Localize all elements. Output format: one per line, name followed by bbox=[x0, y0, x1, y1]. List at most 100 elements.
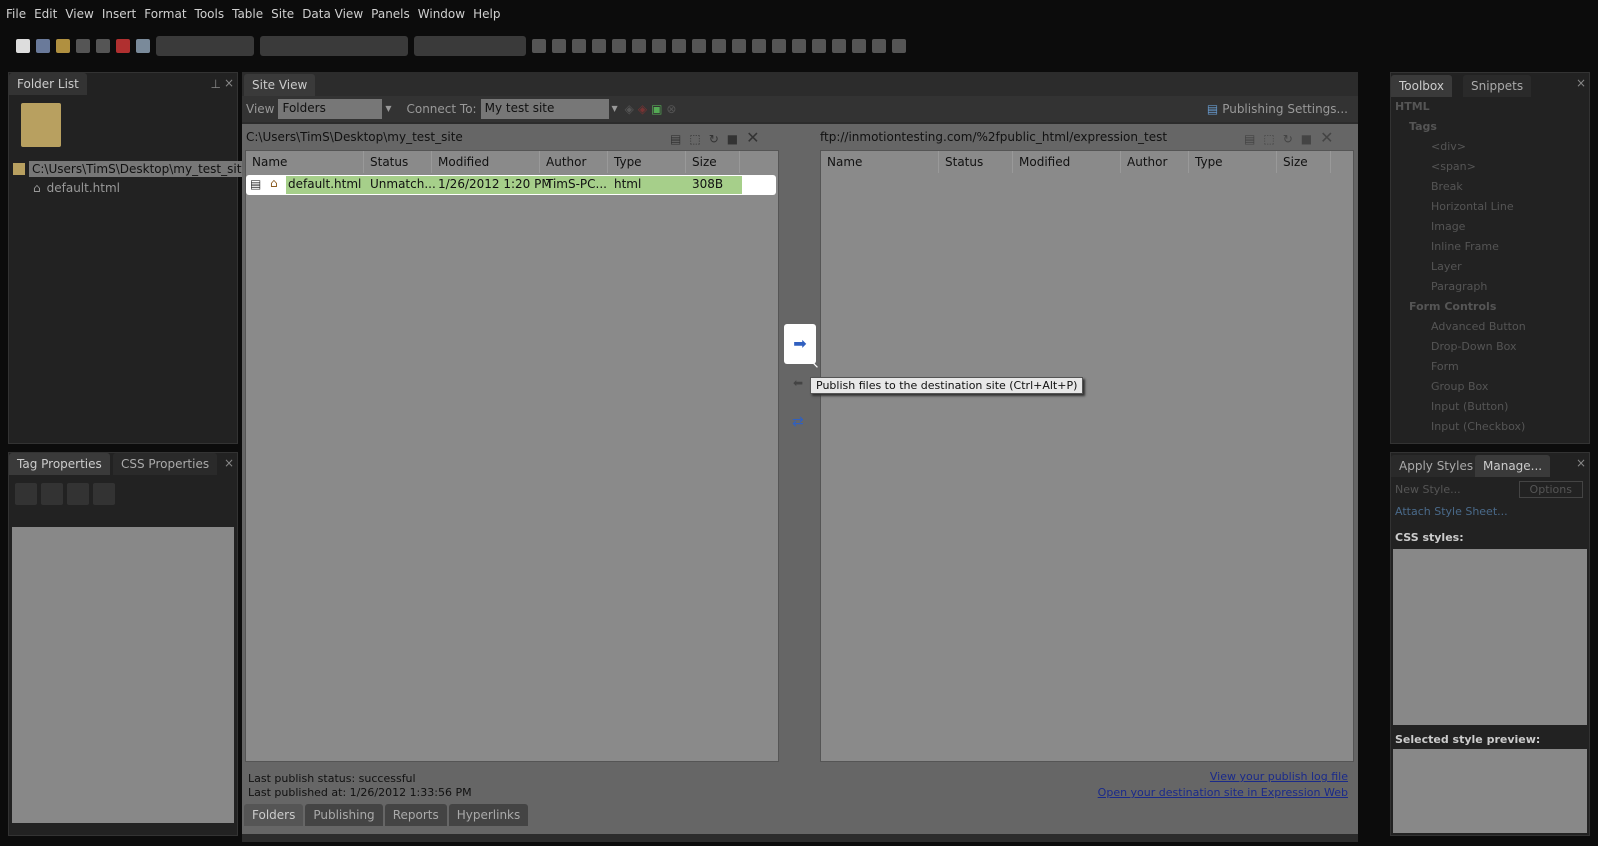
col-author[interactable]: Author bbox=[540, 151, 608, 173]
preview-icon[interactable] bbox=[136, 39, 150, 53]
menu-help[interactable]: Help bbox=[473, 7, 508, 21]
refresh-icon[interactable]: ↻ bbox=[709, 132, 727, 146]
numbering-icon[interactable] bbox=[692, 39, 706, 53]
toolbox-item[interactable]: <span> bbox=[1395, 157, 1583, 177]
link-icon[interactable] bbox=[892, 39, 906, 53]
toolbox-item[interactable]: Image bbox=[1395, 217, 1583, 237]
toolbox-item[interactable]: Layer bbox=[1395, 257, 1583, 277]
delete-icon[interactable]: ✕ bbox=[746, 128, 767, 147]
col-type[interactable]: Type bbox=[1189, 151, 1277, 173]
italic-icon[interactable] bbox=[592, 39, 606, 53]
close-icon[interactable]: × bbox=[224, 456, 234, 470]
align-center-icon[interactable] bbox=[652, 39, 666, 53]
folder-list-tab[interactable]: Folder List bbox=[9, 73, 87, 95]
col-status[interactable]: Status bbox=[939, 151, 1013, 173]
toolbox-item[interactable]: Break bbox=[1395, 177, 1583, 197]
col-name[interactable]: Name bbox=[246, 151, 364, 173]
menu-file[interactable]: File bbox=[6, 7, 34, 21]
select-icon[interactable]: ⬚ bbox=[1263, 132, 1282, 146]
tab-css-properties[interactable]: CSS Properties bbox=[113, 453, 218, 475]
close-icon[interactable]: × bbox=[1576, 76, 1586, 90]
menu-format[interactable]: Format bbox=[144, 7, 194, 21]
get-button[interactable]: ⬅ bbox=[793, 376, 803, 390]
style-select[interactable] bbox=[156, 36, 254, 56]
delete-icon[interactable]: ✕ bbox=[1320, 128, 1341, 147]
open-destination-link[interactable]: Open your destination site in Expression… bbox=[1098, 786, 1348, 799]
col-modified[interactable]: Modified bbox=[432, 151, 540, 173]
menu-tools[interactable]: Tools bbox=[195, 7, 233, 21]
menu-data-view[interactable]: Data View bbox=[302, 7, 371, 21]
tab-site-view[interactable]: Site View bbox=[244, 74, 316, 96]
options-button[interactable]: Options bbox=[1518, 481, 1583, 498]
save-all-icon[interactable] bbox=[96, 39, 110, 53]
close-icon[interactable]: × bbox=[224, 76, 234, 90]
tab-publishing[interactable]: Publishing bbox=[305, 804, 383, 826]
pin-icon[interactable]: ⊥ bbox=[211, 77, 221, 91]
tag-icon[interactable] bbox=[93, 483, 115, 505]
sharepoint-icon[interactable] bbox=[116, 39, 130, 53]
layer-icon[interactable] bbox=[852, 39, 866, 53]
publish-log-link[interactable]: View your publish log file bbox=[1210, 770, 1348, 783]
tags-group[interactable]: Tags bbox=[1395, 117, 1583, 137]
form-controls-group[interactable]: Form Controls bbox=[1395, 297, 1583, 317]
col-author[interactable]: Author bbox=[1121, 151, 1189, 173]
redo-icon[interactable] bbox=[552, 39, 566, 53]
save-icon[interactable] bbox=[76, 39, 90, 53]
col-status[interactable]: Status bbox=[364, 151, 432, 173]
page-icon[interactable] bbox=[36, 39, 50, 53]
new-icon[interactable] bbox=[16, 39, 30, 53]
attach-style-sheet-link[interactable]: Attach Style Sheet... bbox=[1395, 505, 1508, 518]
show-set-icon[interactable] bbox=[67, 483, 89, 505]
view-select[interactable]: Folders ▼ bbox=[278, 99, 395, 119]
menu-site[interactable]: Site bbox=[271, 7, 302, 21]
toolbox-item[interactable]: Group Box bbox=[1395, 377, 1583, 397]
borders-icon[interactable] bbox=[832, 39, 846, 53]
view-icon[interactable]: ▤ bbox=[1244, 132, 1263, 146]
undo-icon[interactable] bbox=[532, 39, 546, 53]
publishing-settings-link[interactable]: Publishing Settings... bbox=[1222, 102, 1348, 116]
connect-select[interactable]: My test site ▼ bbox=[480, 99, 621, 119]
toolbox-item[interactable]: Drop-Down Box bbox=[1395, 337, 1583, 357]
col-name[interactable]: Name bbox=[821, 151, 939, 173]
table-icon[interactable] bbox=[772, 39, 786, 53]
menu-edit[interactable]: Edit bbox=[34, 7, 65, 21]
size-select[interactable] bbox=[414, 36, 526, 56]
tab-reports[interactable]: Reports bbox=[384, 804, 447, 826]
highlight-icon[interactable] bbox=[792, 39, 806, 53]
root-folder[interactable]: C:\Users\TimS\Desktop\my_test_site bbox=[29, 161, 252, 177]
bullets-icon[interactable] bbox=[712, 39, 726, 53]
col-modified[interactable]: Modified bbox=[1013, 151, 1121, 173]
refresh-icon[interactable]: ↻ bbox=[1283, 132, 1301, 146]
synchronize-button[interactable]: ⇄ bbox=[792, 414, 804, 430]
tab-manage-styles[interactable]: Manage... bbox=[1475, 455, 1551, 477]
toolbox-item[interactable]: Advanced Button bbox=[1395, 317, 1583, 337]
bold-icon[interactable] bbox=[572, 39, 586, 53]
tab-folders[interactable]: Folders bbox=[244, 804, 304, 826]
tab-toolbox[interactable]: Toolbox bbox=[1391, 75, 1452, 97]
table-row[interactable]: ▤ ⌂ default.html Unmatch... 1/26/2012 1:… bbox=[246, 175, 776, 195]
font-color-icon[interactable] bbox=[812, 39, 826, 53]
outdent-icon[interactable] bbox=[732, 39, 746, 53]
col-size[interactable]: Size bbox=[686, 151, 740, 173]
view-icon[interactable]: ▤ bbox=[670, 132, 689, 146]
toolbox-item[interactable]: Paragraph bbox=[1395, 277, 1583, 297]
toolbox-item[interactable]: Input (Checkbox) bbox=[1395, 417, 1583, 437]
toolbox-item[interactable]: Horizontal Line bbox=[1395, 197, 1583, 217]
menu-view[interactable]: View bbox=[65, 7, 101, 21]
tab-hyperlinks[interactable]: Hyperlinks bbox=[448, 804, 529, 826]
new-folder-icon[interactable]: ■ bbox=[727, 132, 746, 146]
sort-icon[interactable] bbox=[41, 483, 63, 505]
connect-icon[interactable]: ◈ bbox=[625, 102, 634, 116]
html-group[interactable]: HTML bbox=[1395, 97, 1583, 117]
menu-window[interactable]: Window bbox=[418, 7, 473, 21]
menu-panels[interactable]: Panels bbox=[371, 7, 418, 21]
col-size[interactable]: Size bbox=[1277, 151, 1331, 173]
font-select[interactable] bbox=[260, 36, 408, 56]
close-icon[interactable]: × bbox=[1576, 456, 1586, 470]
new-style-button[interactable]: New Style... bbox=[1395, 483, 1461, 496]
menu-insert[interactable]: Insert bbox=[102, 7, 144, 21]
underline-icon[interactable] bbox=[612, 39, 626, 53]
add-site-icon[interactable]: ▣ bbox=[651, 102, 662, 116]
toolbox-item[interactable]: Inline Frame bbox=[1395, 237, 1583, 257]
indent-icon[interactable] bbox=[752, 39, 766, 53]
